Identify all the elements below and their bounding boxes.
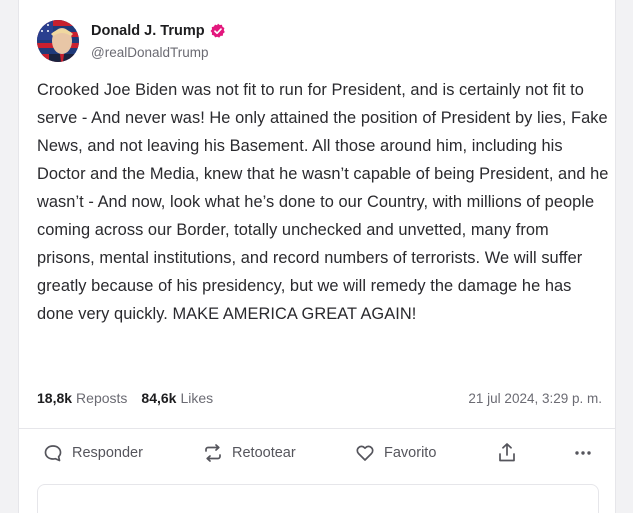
post-card: Donald J. Trump @realDonaldTrump Crooked… [18,0,616,513]
action-bar: Responder Retootear Favorito [43,440,599,466]
reposts-label[interactable]: Reposts [76,390,127,406]
more-button[interactable] [573,443,602,463]
avatar[interactable] [37,20,79,62]
more-icon [575,451,591,455]
heart-icon [356,445,374,461]
favorite-button[interactable]: Favorito [355,443,436,463]
avatar-image [37,20,79,62]
share-button[interactable] [497,442,526,464]
author-handle[interactable]: @realDonaldTrump [91,44,226,61]
likes-label[interactable]: Likes [180,390,213,406]
reply-composer-card [37,484,599,513]
retweet-label: Retootear [232,445,296,461]
favorite-label: Favorito [384,445,437,461]
author-info: Donald J. Trump @realDonaldTrump [91,22,226,61]
author-display-name[interactable]: Donald J. Trump [91,22,205,40]
share-icon [499,443,515,462]
likes-count[interactable]: 84,6k [141,390,176,406]
post-timestamp[interactable]: 21 jul 2024, 3:29 p. m. [468,391,602,406]
post-header: Donald J. Trump @realDonaldTrump [37,20,226,62]
reply-icon [44,445,62,462]
retweet-icon [205,444,221,462]
reposts-count[interactable]: 18,8k [37,390,72,406]
reply-button[interactable]: Responder [43,443,143,463]
reply-label: Responder [72,445,143,461]
post-stats: 18,8k Reposts 84,6k Likes 21 jul 2024, 3… [37,390,602,406]
post-text: Crooked Joe Biden was not fit to run for… [37,81,609,323]
author-name-row: Donald J. Trump [91,22,226,40]
retweet-button[interactable]: Retootear [203,443,296,463]
divider [19,428,615,429]
verified-badge-icon [210,23,225,38]
